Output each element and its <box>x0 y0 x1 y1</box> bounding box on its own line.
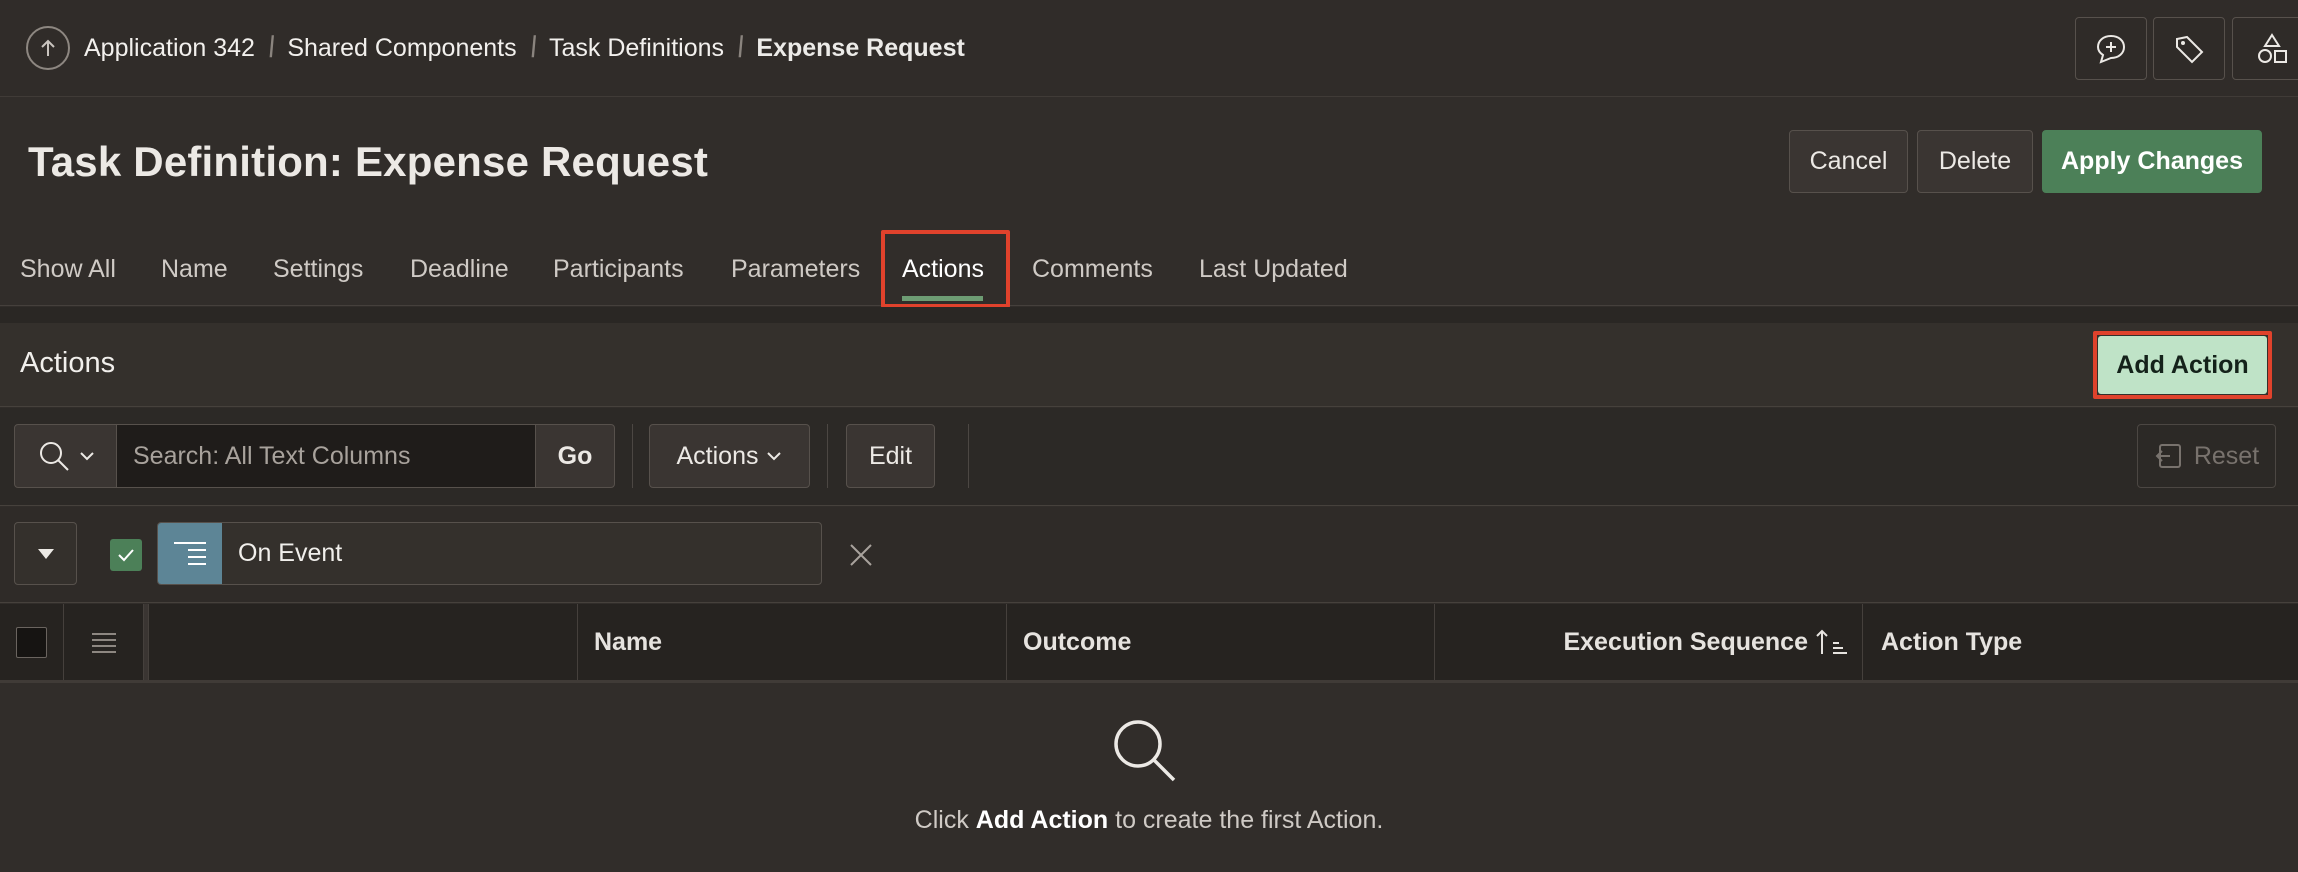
toolbar-divider <box>827 424 828 488</box>
chevron-down-icon <box>767 452 782 461</box>
breadcrumb-separator: \ <box>522 31 544 64</box>
reset-icon <box>2155 444 2181 468</box>
breadcrumb: Application 342 \ Shared Components \ Ta… <box>84 30 965 66</box>
tab-deadline[interactable]: Deadline <box>410 232 509 306</box>
filter-type-box <box>158 523 222 584</box>
search-bar: Go <box>14 424 615 488</box>
empty-message-prefix: Click <box>914 806 976 834</box>
tab-show-all[interactable]: Show All <box>20 232 116 306</box>
active-tab-indicator <box>902 296 983 301</box>
tab-last-updated[interactable]: Last Updated <box>1199 232 1348 306</box>
tag-icon <box>2176 35 2204 63</box>
toggle-filters-button[interactable] <box>14 522 77 585</box>
search-input[interactable] <box>117 424 535 488</box>
filter-label: On Event <box>238 539 343 567</box>
breadcrumb-item[interactable]: Task Definitions <box>549 34 724 63</box>
column-header-action-type[interactable]: Action Type <box>1863 604 2298 680</box>
row-actions-cell <box>64 604 144 680</box>
search-icon <box>1114 720 1176 782</box>
region-title: Actions <box>20 347 116 379</box>
navigate-up-button[interactable] <box>26 26 70 70</box>
reset-label: Reset <box>2193 441 2260 470</box>
tab-name[interactable]: Name <box>161 232 228 306</box>
toolbar-divider <box>968 424 969 488</box>
add-action-button[interactable]: Add Action <box>2098 336 2267 394</box>
apply-changes-button[interactable]: Apply Changes <box>2042 130 2262 193</box>
tab-settings[interactable]: Settings <box>273 232 363 306</box>
caret-down-icon <box>37 548 54 559</box>
breadcrumb-separator: \ <box>730 31 751 64</box>
page-title: Task Definition: Expense Request <box>28 138 709 185</box>
actions-menu-button[interactable]: Actions <box>649 424 810 488</box>
search-column-select[interactable] <box>14 424 117 488</box>
close-icon[interactable] <box>846 540 876 570</box>
chevron-down-icon <box>79 452 94 461</box>
separator-strip <box>0 307 2298 323</box>
filter-pill[interactable]: On Event <box>157 522 822 585</box>
tab-bar: Show All Name Settings Deadline Particip… <box>0 232 2298 306</box>
tab-participants[interactable]: Participants <box>553 232 684 306</box>
add-comment-button[interactable] <box>2075 17 2147 80</box>
go-button[interactable]: Go <box>535 424 615 488</box>
delete-button[interactable]: Delete <box>1917 130 2033 193</box>
actions-region-header: Actions <box>0 323 2298 407</box>
column-header-outcome[interactable]: Outcome <box>1007 604 1435 680</box>
shapes-icon <box>2258 32 2287 63</box>
column-header-name[interactable]: Name <box>578 604 1007 680</box>
breadcrumb-item[interactable]: Application 342 <box>84 34 255 63</box>
tag-button[interactable] <box>2153 17 2225 80</box>
breadcrumb-item[interactable]: Shared Components <box>287 34 516 63</box>
empty-message-suffix: to create the first Action. <box>1108 806 1384 834</box>
select-all-checkbox[interactable] <box>16 626 47 658</box>
control-break-icon <box>174 541 206 565</box>
list-icon[interactable] <box>90 630 118 654</box>
empty-message: Click Add Action to create the first Act… <box>0 806 2298 835</box>
arrow-up-icon <box>41 39 55 56</box>
filter-enabled-checkbox[interactable] <box>110 539 142 571</box>
cancel-button[interactable]: Cancel <box>1789 130 1908 193</box>
toolbar-divider <box>632 424 633 488</box>
tab-comments[interactable]: Comments <box>1032 232 1153 306</box>
column-header-blank <box>149 604 578 680</box>
search-icon <box>39 442 69 471</box>
breadcrumb-separator: \ <box>261 31 282 64</box>
tab-actions[interactable]: Actions <box>902 232 984 306</box>
shared-components-button[interactable] <box>2232 17 2298 80</box>
check-icon <box>118 549 134 562</box>
tab-parameters[interactable]: Parameters <box>731 232 860 306</box>
actions-menu-label: Actions <box>676 441 759 470</box>
column-header-label: Execution Sequence <box>1563 627 1808 656</box>
select-all-cell <box>0 604 64 680</box>
empty-message-emphasis: Add Action <box>975 806 1109 834</box>
edit-button[interactable]: Edit <box>846 424 935 488</box>
grid-header: Name Outcome Execution Sequence Action T… <box>0 604 2298 683</box>
add-comment-icon <box>2096 34 2126 64</box>
column-header-execution-sequence[interactable]: Execution Sequence <box>1435 604 1863 680</box>
reset-button[interactable]: Reset <box>2137 424 2276 488</box>
breadcrumb-current: Expense Request <box>756 33 965 62</box>
sort-ascending-icon <box>1816 629 1847 654</box>
